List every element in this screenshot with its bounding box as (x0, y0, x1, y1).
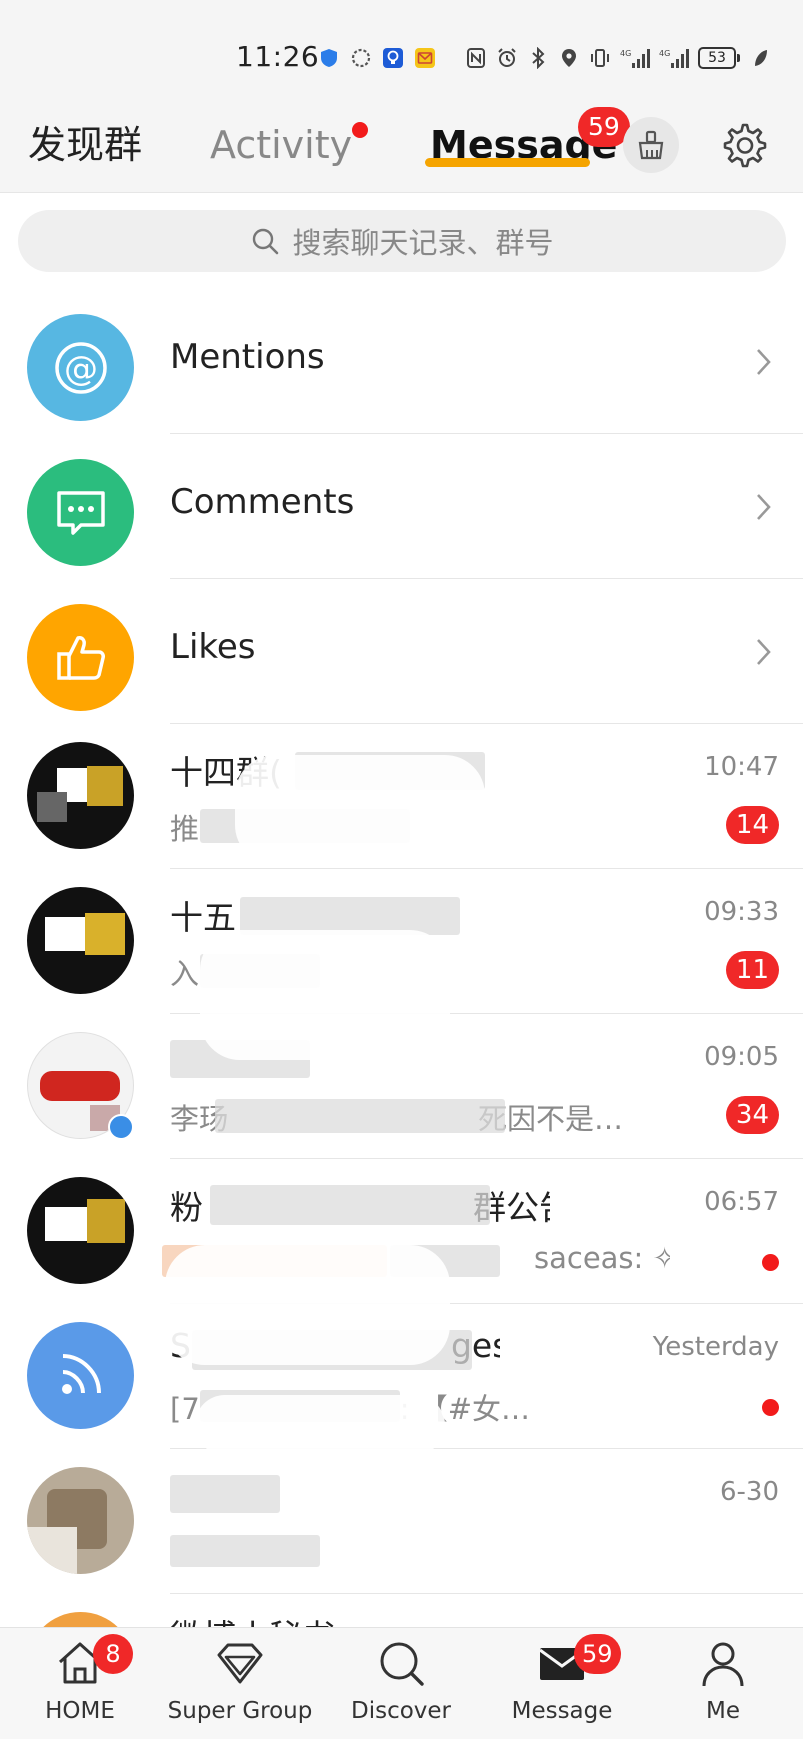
comments-row[interactable]: Comments (0, 434, 803, 579)
conversation-preview: 推 (170, 812, 200, 846)
mentions-row[interactable]: @ Mentions (0, 289, 803, 434)
signal-icon: 4G (620, 49, 650, 68)
tab-activity[interactable]: Activity (210, 122, 352, 168)
avatar (27, 742, 134, 849)
nav-super-group-label: Super Group (167, 1698, 313, 1724)
verified-badge-icon (108, 1114, 134, 1140)
conversation-name: 微博小秘书 (170, 1610, 335, 1627)
active-tab-underline (425, 158, 590, 167)
shield-icon (321, 49, 337, 67)
nav-message-label: Message (511, 1698, 613, 1724)
broom-icon (638, 130, 664, 160)
conversation-time: 09:05 (704, 1042, 779, 1072)
unread-dot (762, 1254, 779, 1271)
unread-count-badge: 14 (725, 806, 779, 844)
top-nav: 发现群 Activity Message 59 (0, 100, 803, 193)
at-icon: @ (54, 341, 107, 394)
status-system-icons: 4G 4G 53 (465, 44, 771, 72)
alarm-icon (498, 48, 516, 67)
status-notification-icons (318, 44, 436, 72)
avatar (27, 1467, 134, 1574)
privacy-mask (195, 1395, 445, 1455)
tab-find-groups[interactable]: 发现群 (28, 122, 142, 168)
chevron-right-icon (757, 494, 771, 520)
person-icon (702, 1642, 744, 1687)
likes-row[interactable]: Likes (0, 579, 803, 724)
gear-icon (723, 123, 767, 168)
nav-super-group[interactable]: Super Group (160, 1636, 320, 1724)
chevron-right-icon (757, 639, 771, 665)
conversation-time: 09:33 (704, 897, 779, 927)
mail-app-icon (415, 48, 435, 68)
nav-discover-label: Discover (350, 1698, 452, 1724)
preview-end: saceas: ✧(… (534, 1241, 670, 1275)
message-badge: 59 (574, 1634, 621, 1674)
comments-icon-circle (27, 459, 134, 566)
avatar (27, 887, 134, 994)
avatar (27, 1322, 134, 1429)
location-icon (562, 49, 576, 67)
message-tab-badge: 59 (578, 107, 630, 147)
vibrate-icon (591, 49, 609, 67)
loading-ring-icon (351, 48, 371, 68)
privacy-mask (200, 930, 450, 1060)
avatar (27, 1177, 134, 1284)
home-badge: 8 (93, 1634, 133, 1674)
status-time: 11:26 (236, 40, 320, 73)
conversation-preview: 入 (170, 957, 200, 991)
signal-icon-2: 4G (659, 49, 689, 68)
conversation-row[interactable]: 微博小秘书 (0, 1594, 803, 1627)
nav-me[interactable]: Me (643, 1636, 803, 1724)
thumbs-up-icon (56, 635, 105, 680)
net-type-2: 4G (659, 49, 670, 58)
privacy-mask (165, 1245, 450, 1365)
privacy-mask (235, 755, 485, 865)
lightbulb-app-icon (383, 48, 403, 68)
bottom-nav: HOME 8 Super Group Discover Message 59 M… (0, 1627, 803, 1739)
conversation-row[interactable]: 6-30 (0, 1449, 803, 1594)
nav-message[interactable]: Message 59 (482, 1634, 642, 1724)
battery-indicator: 53 (698, 47, 740, 69)
nfc-icon (467, 48, 485, 68)
likes-label: Likes (170, 627, 256, 667)
avatar (27, 1612, 134, 1627)
conversation-time: 6-30 (719, 1477, 779, 1507)
activity-unread-dot (352, 122, 368, 138)
comments-label: Comments (170, 482, 355, 522)
clear-unread-button[interactable] (623, 117, 679, 173)
conversation-time: Yesterday (652, 1332, 779, 1362)
nav-me-label: Me (706, 1698, 740, 1724)
unread-count-badge: 11 (725, 951, 779, 989)
net-type-1: 4G (620, 49, 631, 58)
rss-icon (62, 1354, 101, 1394)
leaf-icon (755, 50, 767, 66)
status-bar: 11:26 4G 4G 53 (0, 0, 803, 100)
search-placeholder: 搜索聊天记录、群号 (292, 226, 554, 260)
name-start: 粉 (170, 1188, 203, 1227)
chevron-right-icon (757, 349, 771, 375)
conversation-time: 10:47 (704, 752, 779, 782)
unread-count-badge: 34 (725, 1096, 779, 1134)
unread-dot (762, 1399, 779, 1416)
nav-home[interactable]: HOME 8 (0, 1634, 160, 1724)
settings-button[interactable] (716, 118, 770, 172)
likes-icon-circle (27, 604, 134, 711)
svg-text:@: @ (64, 349, 98, 389)
mentions-icon-circle: @ (27, 314, 134, 421)
mentions-label: Mentions (170, 337, 325, 377)
search-icon (253, 228, 279, 255)
search-icon (380, 1642, 424, 1686)
comment-icon (56, 490, 105, 535)
nav-discover[interactable]: Discover (321, 1636, 481, 1724)
diamond-icon (217, 1643, 263, 1684)
search-input[interactable]: 搜索聊天记录、群号 (18, 210, 786, 272)
nav-home-label: HOME (45, 1698, 115, 1724)
bluetooth-icon (532, 47, 545, 69)
conversation-time: 06:57 (704, 1187, 779, 1217)
